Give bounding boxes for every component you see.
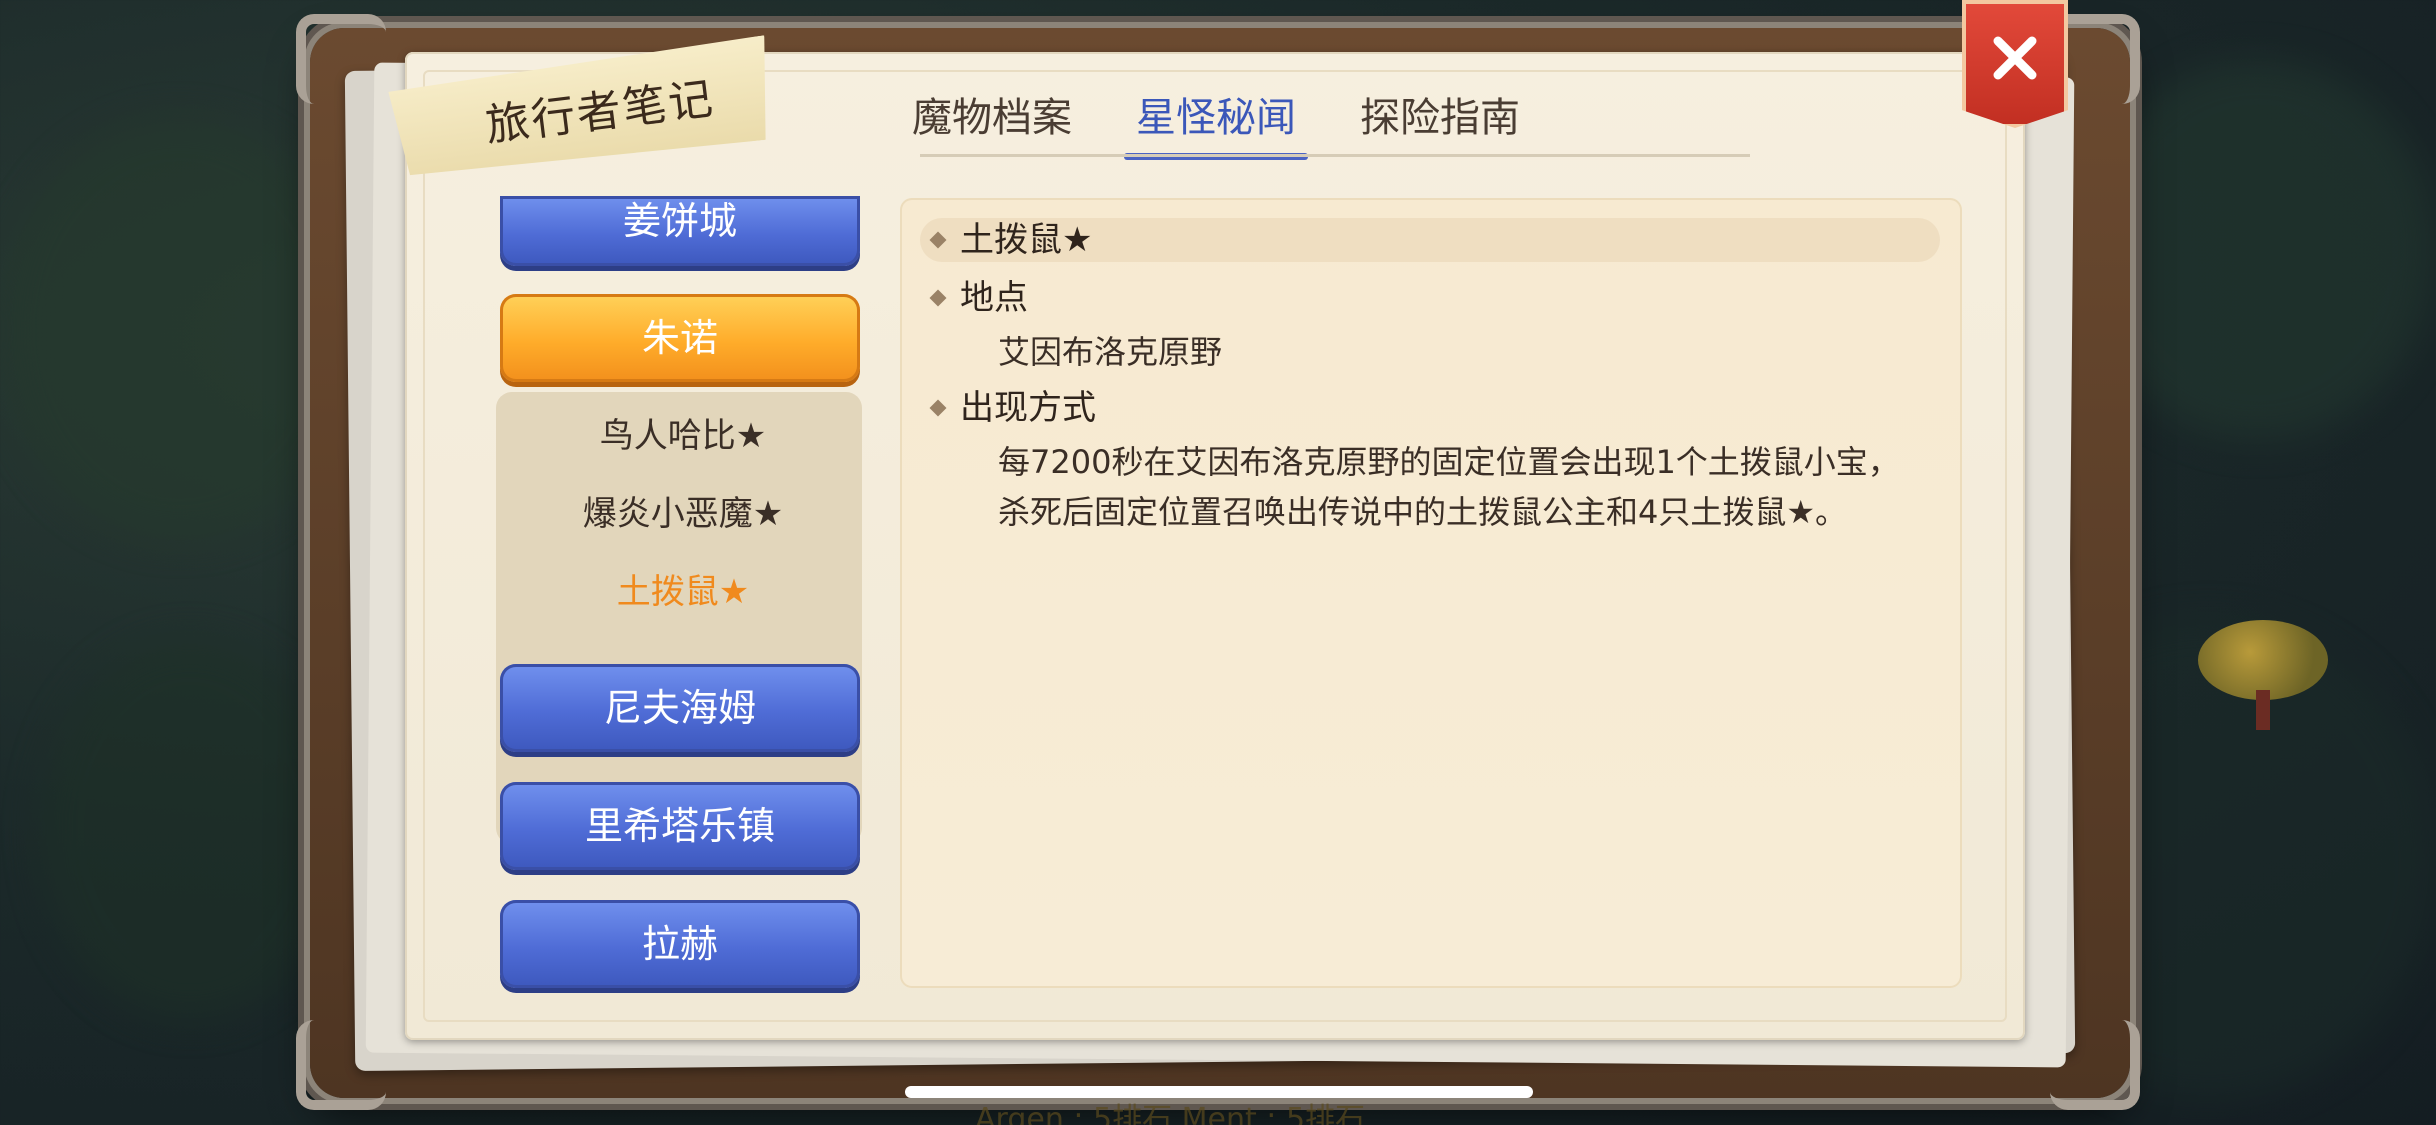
region-button-rachel[interactable]: 拉赫 bbox=[500, 900, 860, 988]
region-list: 姜饼城 朱诺 鸟人哈比★ 爆炎小恶魔★ 土拨鼠★ 尼夫海姆 里希塔乐镇 拉赫 bbox=[496, 196, 862, 996]
sub-item-groundhog[interactable]: 土拨鼠★ bbox=[500, 560, 866, 624]
tab-bar: 魔物档案 星怪秘闻 探险指南 bbox=[900, 86, 1532, 162]
tab-divider bbox=[920, 154, 1750, 157]
region-button-gingerbread[interactable]: 姜饼城 bbox=[500, 196, 860, 266]
background-text: Argen : 5排石 Ment : 5排石 bbox=[975, 1102, 1366, 1125]
close-icon bbox=[1993, 36, 2037, 80]
home-indicator[interactable] bbox=[905, 1086, 1533, 1098]
entry-detail-panel: 土拨鼠★ 地点 艾因布洛克原野 出现方式 每7200秒在艾因布洛克原野的固定位置… bbox=[900, 198, 1962, 988]
region-button-niflheim[interactable]: 尼夫海姆 bbox=[500, 664, 860, 752]
appearance-label: 出现方式 bbox=[960, 388, 1096, 428]
tree-crown bbox=[2198, 620, 2328, 700]
location-value: 艾因布洛克原野 bbox=[998, 333, 1223, 371]
background-tree bbox=[2198, 620, 2328, 730]
tab-monster-archive[interactable]: 魔物档案 bbox=[900, 86, 1084, 150]
tree-trunk bbox=[2256, 690, 2270, 730]
tab-exploration-guide[interactable]: 探险指南 bbox=[1348, 86, 1532, 150]
region-button-juno[interactable]: 朱诺 bbox=[500, 294, 860, 382]
appearance-text-line1: 每7200秒在艾因布洛克原野的固定位置会出现1个土拨鼠小宝， bbox=[998, 443, 1900, 481]
tab-star-monster-secrets[interactable]: 星怪秘闻 bbox=[1124, 86, 1308, 160]
region-button-lighthalzen[interactable]: 里希塔乐镇 bbox=[500, 782, 860, 870]
background-foliage bbox=[40, 640, 340, 1020]
background-foliage bbox=[2080, 60, 2436, 440]
diamond-bullet-icon bbox=[929, 399, 947, 417]
background-foliage bbox=[0, 120, 360, 540]
entry-name: 土拨鼠★ bbox=[960, 220, 1093, 260]
location-label: 地点 bbox=[960, 278, 1028, 318]
sub-item-harpy[interactable]: 鸟人哈比★ bbox=[500, 404, 866, 468]
sub-item-imp[interactable]: 爆炎小恶魔★ bbox=[500, 482, 866, 546]
appearance-text-line2: 杀死后固定位置召唤出传说中的土拨鼠公主和4只土拨鼠★。 bbox=[998, 493, 1848, 531]
close-button[interactable] bbox=[1962, 0, 2068, 128]
diamond-bullet-icon bbox=[929, 289, 947, 307]
